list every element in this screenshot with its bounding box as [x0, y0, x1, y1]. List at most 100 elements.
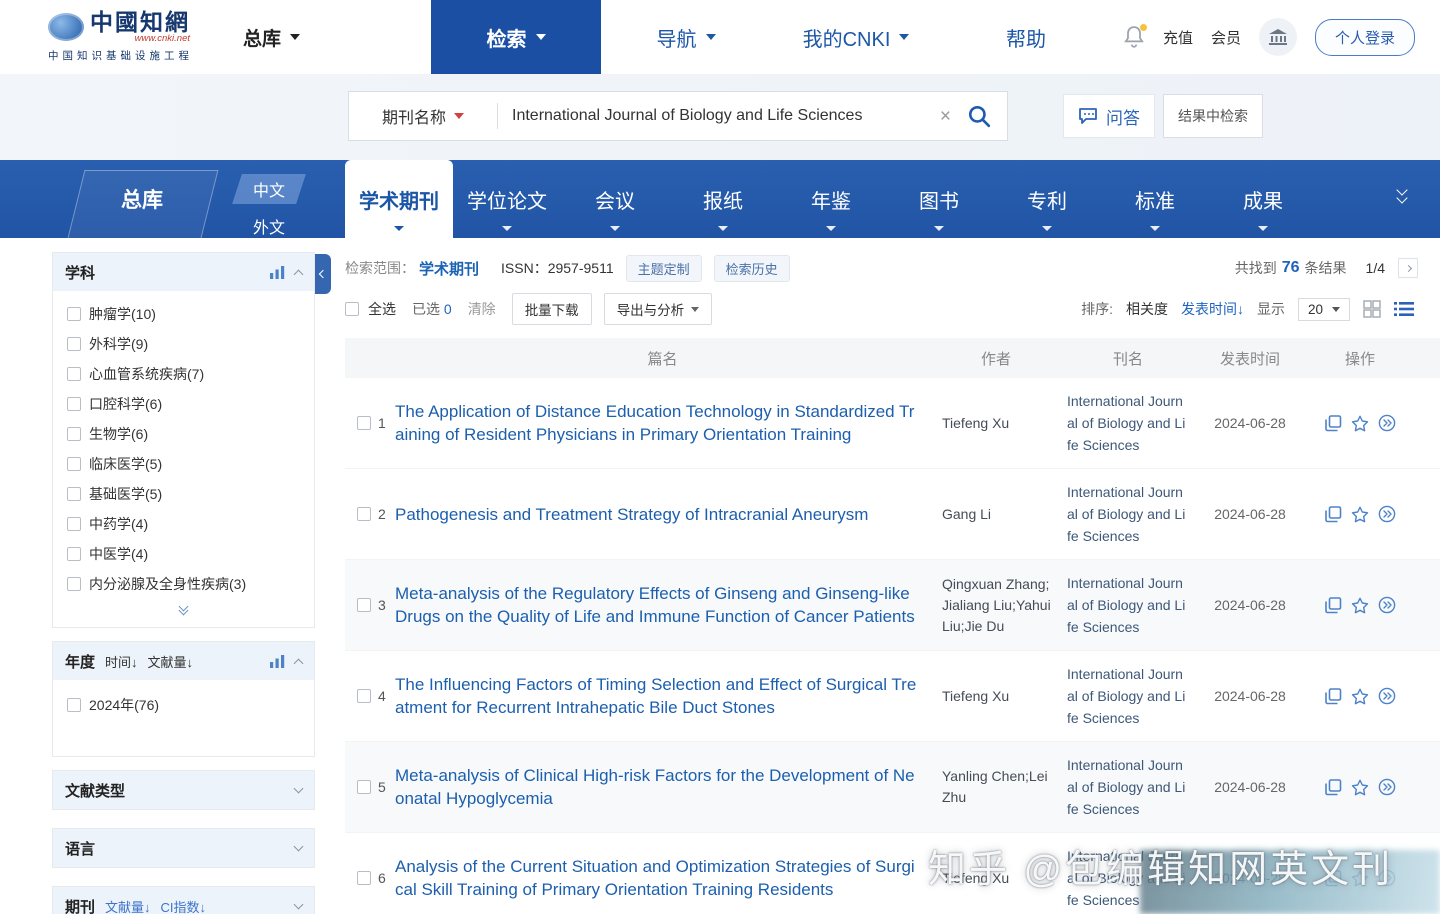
member-link[interactable]: 会员: [1211, 27, 1241, 48]
notification-bell-icon[interactable]: [1123, 24, 1147, 49]
copy-icon[interactable]: [1324, 505, 1342, 523]
resource-tab[interactable]: 成果: [1209, 160, 1317, 238]
filter-checkbox[interactable]: [67, 397, 81, 411]
filter-option[interactable]: 基础医学(5): [53, 479, 314, 509]
journal-name-link[interactable]: International Journal of Biology and Lif…: [1062, 572, 1194, 638]
paper-title-link[interactable]: The Application of Distance Education Te…: [395, 402, 914, 444]
filter-option[interactable]: 中医学(4): [53, 539, 314, 569]
favorite-star-icon[interactable]: [1351, 506, 1369, 523]
collapse-sidebar-button[interactable]: [315, 254, 331, 294]
qa-button[interactable]: 问答: [1063, 94, 1155, 138]
resource-tab[interactable]: 学术期刊: [345, 160, 453, 238]
filter-option[interactable]: 生物学(6): [53, 419, 314, 449]
journal-sort-count[interactable]: 文献量↓: [105, 897, 151, 914]
language-foreign[interactable]: 外文: [237, 211, 301, 241]
expand-more-icon[interactable]: [53, 601, 314, 627]
filter-checkbox[interactable]: [67, 457, 81, 471]
more-icon[interactable]: [1378, 414, 1396, 432]
copy-icon[interactable]: [1324, 414, 1342, 432]
filter-option[interactable]: 2024年(76): [53, 690, 314, 720]
chevron-up-icon[interactable]: [293, 269, 304, 279]
filter-checkbox[interactable]: [67, 698, 81, 712]
filter-option[interactable]: 心血管系统疾病(7): [53, 359, 314, 389]
clear-selection-button[interactable]: 清除: [468, 299, 496, 319]
bar-chart-icon[interactable]: [270, 265, 285, 279]
filter-option[interactable]: 外科学(9): [53, 329, 314, 359]
filter-option[interactable]: 临床医学(5): [53, 449, 314, 479]
chevron-up-icon[interactable]: [293, 658, 304, 668]
resource-tab[interactable]: 标准: [1101, 160, 1209, 238]
database-selector[interactable]: 总库: [243, 0, 301, 74]
bar-chart-icon[interactable]: [270, 654, 285, 668]
paper-title-link[interactable]: The Influencing Factors of Timing Select…: [395, 675, 916, 717]
doc-type-filter-header[interactable]: 文献类型: [53, 771, 314, 809]
resource-tab[interactable]: 报纸: [669, 160, 777, 238]
search-input[interactable]: [498, 107, 940, 125]
clear-icon[interactable]: ×: [940, 107, 951, 126]
journal-name-link[interactable]: International Journal of Biology and Lif…: [1062, 754, 1194, 820]
paper-title-link[interactable]: Pathogenesis and Treatment Strategy of I…: [395, 505, 868, 524]
sort-relevance[interactable]: 相关度: [1126, 299, 1168, 319]
paper-title-link[interactable]: Analysis of the Current Situation and Op…: [395, 857, 915, 899]
chevron-down-icon[interactable]: [293, 841, 304, 852]
filter-checkbox[interactable]: [67, 547, 81, 561]
more-icon[interactable]: [1378, 505, 1396, 523]
more-icon[interactable]: [1378, 596, 1396, 614]
filter-option[interactable]: 内分泌腺及全身性疾病(3): [53, 569, 314, 599]
resource-tab[interactable]: 图书: [885, 160, 993, 238]
row-checkbox[interactable]: [357, 871, 371, 885]
paper-authors[interactable]: Tiefeng Xu: [930, 413, 1062, 434]
more-tabs-chevron-icon[interactable]: [1396, 184, 1408, 205]
row-checkbox[interactable]: [357, 507, 371, 521]
language-chinese[interactable]: 中文: [237, 174, 301, 204]
nav-item[interactable]: 我的CNKI: [771, 0, 941, 74]
more-icon[interactable]: [1378, 687, 1396, 705]
list-view-icon[interactable]: [1394, 301, 1414, 317]
sort-pubdate[interactable]: 发表时间↓: [1181, 299, 1244, 319]
paper-authors[interactable]: Yanling Chen;Lei Zhu: [930, 766, 1062, 808]
resource-tab[interactable]: 学位论文: [453, 160, 561, 238]
nav-item[interactable]: 导航: [601, 0, 771, 74]
library-name[interactable]: 总库: [92, 160, 192, 238]
resource-tab[interactable]: 会议: [561, 160, 669, 238]
favorite-star-icon[interactable]: [1351, 688, 1369, 705]
login-button[interactable]: 个人登录: [1314, 18, 1415, 56]
nav-item[interactable]: 帮助: [941, 0, 1111, 74]
row-checkbox[interactable]: [357, 780, 371, 794]
filter-option[interactable]: 肿瘤学(10): [53, 299, 314, 329]
copy-icon[interactable]: [1324, 778, 1342, 796]
year-sort-time[interactable]: 时间↓: [105, 652, 138, 671]
batch-download-button[interactable]: 批量下载: [511, 293, 592, 325]
next-page-button[interactable]: [1398, 258, 1418, 278]
paper-authors[interactable]: Qingxuan Zhang;Jialiang Liu;Yahui Liu;Ji…: [930, 574, 1062, 637]
resource-tab[interactable]: 专利: [993, 160, 1101, 238]
subject-filter-header[interactable]: 学科: [53, 253, 314, 291]
journal-filter-header[interactable]: 期刊 文献量↓ CI指数↓: [53, 887, 314, 914]
favorite-star-icon[interactable]: [1351, 597, 1369, 614]
row-checkbox[interactable]: [357, 598, 371, 612]
filter-checkbox[interactable]: [67, 427, 81, 441]
favorite-star-icon[interactable]: [1351, 779, 1369, 796]
institution-icon[interactable]: [1258, 18, 1297, 56]
chevron-down-icon[interactable]: [293, 899, 304, 910]
more-icon[interactable]: [1378, 778, 1396, 796]
page-size-select[interactable]: 20: [1297, 297, 1350, 321]
paper-authors[interactable]: Gang Li: [930, 504, 1062, 525]
topic-custom-button[interactable]: 主题定制: [625, 254, 702, 282]
row-checkbox[interactable]: [357, 689, 371, 703]
paper-title-link[interactable]: Meta-analysis of Clinical High-risk Fact…: [395, 766, 915, 808]
search-field-selector[interactable]: 期刊名称: [349, 104, 497, 128]
favorite-star-icon[interactable]: [1351, 415, 1369, 432]
filter-checkbox[interactable]: [67, 337, 81, 351]
resource-tab[interactable]: 年鉴: [777, 160, 885, 238]
journal-name-link[interactable]: International Journal of Biology and Lif…: [1062, 481, 1194, 547]
search-in-results-button[interactable]: 结果中检索: [1163, 94, 1263, 138]
journal-name-link[interactable]: International Journal of Biology and Lif…: [1062, 663, 1194, 729]
paper-authors[interactable]: Tiefeng Xu: [930, 686, 1062, 707]
search-history-button[interactable]: 检索历史: [713, 254, 790, 282]
filter-option[interactable]: 中药学(4): [53, 509, 314, 539]
select-all-checkbox[interactable]: [345, 302, 359, 316]
filter-checkbox[interactable]: [67, 577, 81, 591]
journal-sort-ci[interactable]: CI指数↓: [161, 897, 207, 914]
filter-option[interactable]: 口腔科学(6): [53, 389, 314, 419]
